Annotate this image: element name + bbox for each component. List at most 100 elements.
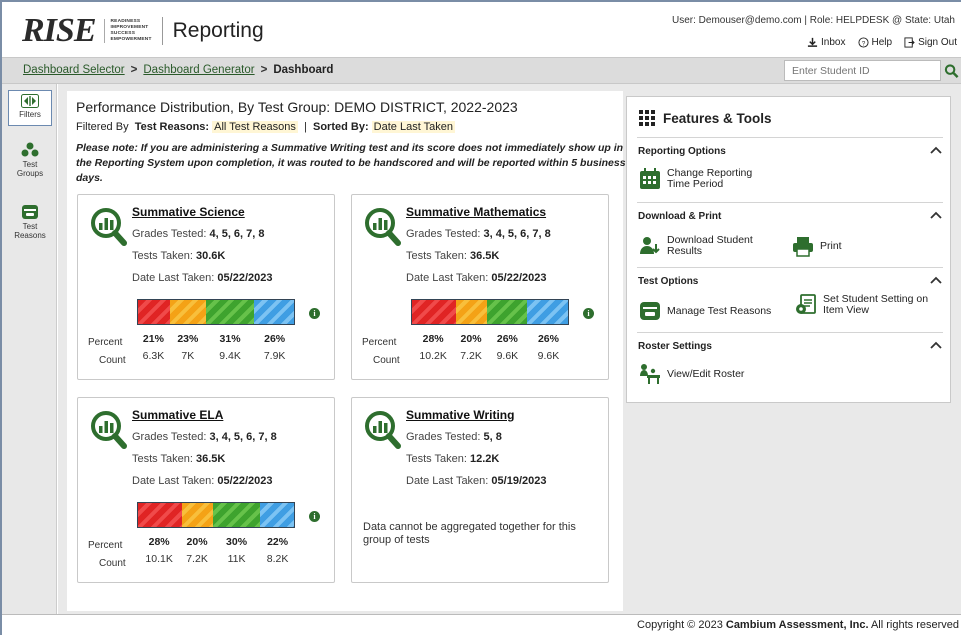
breadcrumb-separator: > (130, 64, 138, 76)
count-label: Count (99, 355, 126, 366)
help-label: Help (871, 37, 893, 48)
sign-out-link[interactable]: Sign Out (904, 37, 957, 48)
level-2-percent: 20% (186, 536, 208, 548)
student-id-search-input[interactable] (784, 60, 941, 81)
performance-distribution-bar[interactable] (137, 502, 295, 528)
tests-taken-value: 36.5K (196, 453, 226, 465)
grades-tested-label: Grades Tested: (132, 228, 207, 240)
main-content: Performance Distribution, By Test Group:… (58, 84, 961, 614)
breadcrumb-dashboard-selector[interactable]: Dashboard Selector (23, 64, 125, 76)
section-heading: Reporting Options (638, 146, 726, 157)
view-edit-roster-label: View/Edit Roster (667, 367, 745, 380)
section-reporting-options: Reporting Options Change Reporting Time … (637, 137, 943, 202)
test-group-card: Summative ELA Grades Tested: 3, 4, 5, 6, … (77, 397, 335, 583)
breadcrumb-dashboard-generator[interactable]: Dashboard Generator (143, 64, 254, 76)
level-2-segment[interactable] (170, 300, 206, 324)
breadcrumb-bar: Dashboard Selector > Dashboard Generator… (2, 57, 961, 84)
date-last-taken: Date Last Taken: 05/22/2023 (406, 272, 546, 284)
download-student-results-button[interactable]: Download Student Results (639, 235, 767, 257)
set-student-setting-button[interactable]: Set Student Setting on Item View (795, 294, 943, 316)
rail-test-reasons-button[interactable]: Test Reasons (8, 204, 52, 240)
user-links: Inbox ? Help Sign Out (807, 37, 957, 48)
classroom-icon (640, 364, 660, 384)
logo-tagline: READINESS IMPROVEMENT SUCCESS EMPOWERMEN… (103, 19, 152, 43)
help-link[interactable]: ? Help (857, 37, 893, 48)
grades-tested: Grades Tested: 4, 5, 6, 7, 8 (132, 228, 265, 240)
count-row: 10.2K 7.2K 9.6K 9.6K (411, 350, 569, 362)
grid-menu-icon (639, 110, 655, 126)
tests-taken-value: 36.5K (470, 250, 500, 262)
card-title-link[interactable]: Summative Science (132, 205, 245, 219)
level-4-count: 7.9K (263, 350, 286, 362)
level-3-segment[interactable] (212, 503, 260, 527)
performance-distribution-bar[interactable] (137, 299, 295, 325)
tests-taken-value: 30.6K (196, 250, 226, 262)
no-data-message: Data cannot be aggregated together for t… (363, 521, 576, 546)
level-4-segment[interactable] (253, 300, 294, 324)
info-icon[interactable]: i (309, 511, 320, 522)
tests-taken: Tests Taken: 30.6K (132, 250, 225, 262)
search-icon[interactable] (944, 63, 959, 80)
tests-taken-label: Tests Taken: (132, 250, 193, 262)
inbox-link[interactable]: Inbox (807, 37, 846, 48)
level-1-segment[interactable] (138, 503, 182, 527)
footer: Copyright © 2023 Cambium Assessment, Inc… (2, 614, 961, 635)
chevron-up-icon[interactable] (929, 209, 943, 221)
performance-distribution-bar[interactable] (411, 299, 569, 325)
level-2-segment[interactable] (181, 503, 213, 527)
print-button[interactable]: Print (792, 235, 842, 257)
document-settings-icon (796, 294, 816, 314)
level-3-segment[interactable] (205, 300, 254, 324)
info-icon[interactable]: i (309, 308, 320, 319)
rise-logo[interactable]: RISE READINESS IMPROVEMENT SUCCESS EMPOW… (22, 13, 264, 49)
change-reporting-time-period-button[interactable]: Change Reporting Time Period (639, 168, 767, 190)
change-reporting-label: Change Reporting Time Period (667, 167, 753, 190)
breadcrumb-current: Dashboard (273, 64, 334, 76)
filters-icon (21, 94, 39, 108)
grades-tested-value: 3, 4, 5, 6, 7, 8 (209, 431, 277, 443)
level-3-percent: 31% (219, 333, 241, 345)
chevron-up-icon[interactable] (929, 339, 943, 351)
level-2-segment[interactable] (455, 300, 487, 324)
level-4-segment[interactable] (259, 503, 294, 527)
date-last-taken-value: 05/22/2023 (217, 475, 273, 487)
percent-label: Percent (88, 540, 123, 551)
page-title: Performance Distribution, By Test Group:… (76, 99, 518, 115)
view-edit-roster-button[interactable]: View/Edit Roster (639, 363, 744, 385)
level-1-segment[interactable] (138, 300, 171, 324)
rail-test-groups-button[interactable]: Test Groups (8, 142, 52, 178)
level-1-percent: 28% (148, 536, 170, 548)
performance-chart-icon (89, 206, 127, 246)
date-last-taken-value: 05/22/2023 (491, 272, 547, 284)
printer-icon (793, 237, 813, 257)
test-reasons-value[interactable]: All Test Reasons (212, 121, 298, 133)
rail-filters-label: Filters (19, 110, 41, 119)
manage-test-reasons-button[interactable]: Manage Test Reasons (639, 300, 771, 322)
grades-tested-label: Grades Tested: (406, 431, 481, 443)
chevron-up-icon[interactable] (929, 274, 943, 286)
features-title: Features & Tools (639, 110, 772, 126)
test-group-card: Summative Science Grades Tested: 4, 5, 6,… (77, 194, 335, 380)
rail-filters-button[interactable]: Filters (8, 90, 52, 126)
level-1-segment[interactable] (412, 300, 456, 324)
level-4-segment[interactable] (527, 300, 568, 324)
level-3-count: 9.4K (219, 350, 241, 362)
download-users-icon (640, 237, 660, 254)
filtered-by-label: Filtered By (76, 121, 129, 133)
tests-taken-label: Tests Taken: (132, 453, 193, 465)
level-3-segment[interactable] (486, 300, 528, 324)
level-1-count: 10.2K (419, 350, 447, 362)
filter-summary: Filtered By Test Reasons: All Test Reaso… (76, 121, 455, 133)
chevron-up-icon[interactable] (929, 144, 943, 156)
sorted-by-value[interactable]: Date Last Taken (371, 121, 455, 133)
section-heading: Roster Settings (638, 341, 712, 352)
date-last-taken-value: 05/22/2023 (217, 272, 273, 284)
sign-out-icon (904, 37, 915, 48)
level-3-count: 9.6K (496, 350, 519, 362)
info-icon[interactable]: i (583, 308, 594, 319)
sorted-by-label: Sorted By: (312, 121, 369, 133)
section-test-options: Test Options Manage Test Reasons Set Stu… (637, 267, 943, 332)
card-title-link[interactable]: Summative Writing (406, 408, 514, 422)
card-title-link[interactable]: Summative Mathematics (406, 205, 546, 219)
card-title-link[interactable]: Summative ELA (132, 408, 223, 422)
